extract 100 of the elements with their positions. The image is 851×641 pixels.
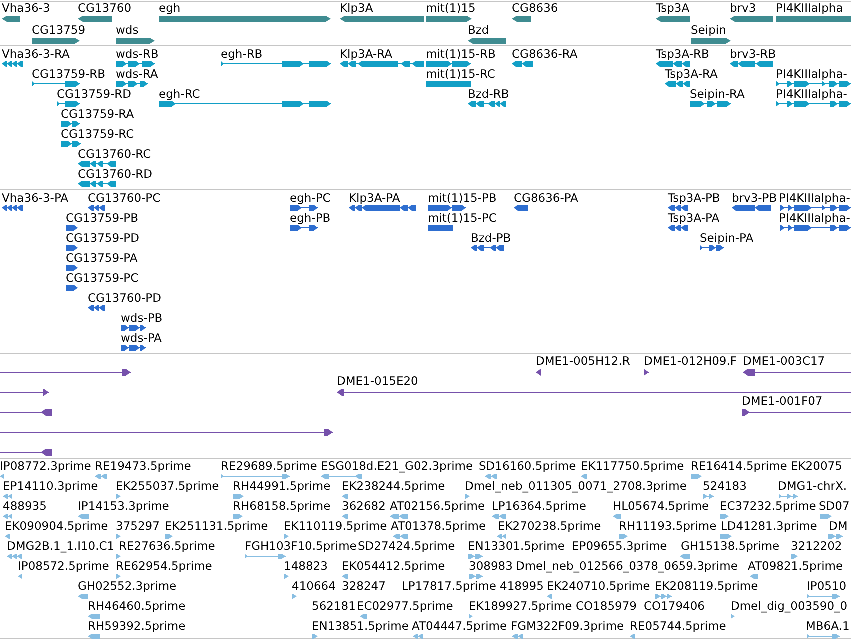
protein-name: CG13760-PD — [88, 291, 162, 305]
est-name: LD41281.3prime — [721, 519, 818, 533]
est-name: RH46460.5prime — [88, 599, 186, 613]
est-name: Dmel_dig_003590_0 — [731, 599, 848, 613]
est-name: 418995 — [500, 579, 544, 593]
est-name: 148823 — [284, 559, 328, 573]
transcript-name: CG13760-RD — [78, 167, 153, 181]
transcript-name: CG8636-RA — [512, 47, 578, 61]
est-name: IP08572.5prime — [18, 559, 110, 573]
est-name: RE16414.5prime — [691, 459, 788, 473]
est-name: DMG2B.1_1.I10.C1 — [7, 539, 115, 553]
transcript-name: CG13759-RA — [61, 107, 134, 121]
est-name: RH11193.5prime — [619, 519, 717, 533]
est-name: RE27636.5prime — [119, 539, 216, 553]
transcript-name: CG13760-RC — [78, 147, 152, 161]
est-name: 308983 — [469, 559, 513, 573]
est-name: Dmel_neb_011305_0071_2708.3prime — [465, 479, 687, 493]
protein-name: brv3-PB — [732, 191, 778, 205]
est-name: 362682 — [342, 499, 386, 513]
est-name: 562181 — [312, 599, 356, 613]
gene-name: Bzd — [468, 23, 490, 37]
est-name: 410664 — [292, 579, 336, 593]
est-name: EK208119.5prime — [655, 579, 758, 593]
transcript-name: wds-RB — [116, 47, 159, 61]
est-name: SD07 — [819, 499, 850, 513]
transcript-name: Vha36-3-RA — [2, 47, 70, 61]
transcript-name: wds-RA — [116, 67, 158, 81]
protein-name: wds-PA — [121, 331, 162, 345]
est-name: RE05744.5prime — [630, 619, 726, 633]
est-name: EK090904.5prime — [5, 519, 108, 533]
protein-name: wds-PB — [121, 311, 163, 325]
protein-name: egh-PC — [290, 191, 331, 205]
protein-name: CG13760-PC — [88, 191, 161, 205]
protein-name: Bzd-PB — [471, 231, 512, 245]
est-name: EK240710.5prime — [547, 579, 650, 593]
est-name: EC37232.5prime — [720, 499, 816, 513]
est-name: HL05674.5prime — [613, 499, 710, 513]
est-name: CO179406 — [644, 599, 705, 613]
est-name: EC02977.5prime — [357, 599, 454, 613]
transcript-name: Klp3A-RA — [340, 47, 393, 61]
est-name: EK054412.5prime — [342, 559, 446, 573]
est-name: MB6A.1 — [806, 619, 850, 633]
est-name: LP16364.5prime — [492, 499, 586, 513]
transcript-name: Seipin-RA — [690, 87, 745, 101]
protein-name: mit(1)15-PB — [428, 191, 497, 205]
est-name: AT09821.5prime — [748, 559, 844, 573]
est-name: EN13301.5prime — [468, 539, 565, 553]
gene-name: CG8636 — [512, 1, 558, 15]
est-name: AT04447.5prime — [412, 619, 508, 633]
transcript-name: CG13759-RD — [57, 87, 132, 101]
protein-name: egh-PB — [290, 211, 331, 225]
est-name: SD27424.5prime — [358, 539, 456, 553]
est-name: LP17817.5prime — [402, 579, 496, 593]
gene-name: CG13760 — [78, 1, 132, 15]
est-name: RH59392.5prime — [88, 619, 186, 633]
transcript-name: mit(1)15-RB — [426, 47, 496, 61]
protein-name: Tsp3A-PA — [668, 211, 720, 225]
est-name: EP09655.3prime — [572, 539, 668, 553]
clone-name: DME1-005H12.R — [536, 354, 630, 368]
transcript-name: CG13759-RC — [61, 127, 134, 141]
gene-name: wds — [116, 23, 139, 37]
protein-name: PI4KIIIalpha- — [779, 211, 850, 225]
clone-name: DME1-001F07 — [742, 394, 823, 408]
protein-name: CG13759-PC — [66, 271, 139, 285]
est-name: FGH103F10.5prime — [245, 539, 357, 553]
protein-name: CG13759-PB — [66, 211, 138, 225]
gene-name: egh — [159, 1, 181, 15]
transcript-name: Tsp3A-RA — [665, 67, 718, 81]
protein-name: PI4KIIIalpha- — [779, 191, 850, 205]
est-name: DM — [829, 519, 848, 533]
est-name: RE29689.5prime — [221, 459, 318, 473]
est-name: EK255037.5prime — [116, 479, 220, 493]
transcript-name: PI4KIIIalpha- — [776, 67, 848, 81]
est-name: EK189927.5prime — [469, 599, 572, 613]
est-name: RH68158.5prime — [233, 499, 331, 513]
est-name: EP14110.3prime — [3, 479, 98, 493]
transcript-name: CG13759-RB — [32, 67, 106, 81]
est-name: FGM322F09.3prime — [511, 619, 624, 633]
est-name: Dmel_neb_012566_0378_0659.3prime — [516, 559, 738, 573]
est-name: EK238244.5prime — [342, 479, 446, 493]
est-name: AT02156.5prime — [390, 499, 486, 513]
est-name: CO185979 — [576, 599, 637, 613]
est-name: 328247 — [342, 579, 386, 593]
gene-name: Seipin — [691, 23, 726, 37]
gene-name: mit(1)15 — [426, 1, 476, 15]
est-name: GH15138.5prime — [681, 539, 780, 553]
est-name: AT01378.5prime — [391, 519, 486, 533]
protein-name: CG8636-PA — [514, 191, 578, 205]
est-name: 3212202 — [791, 539, 842, 553]
gene-name: brv3 — [730, 1, 756, 15]
protein-bar-icon — [428, 225, 453, 231]
clone-name: DME1-012H09.F — [644, 354, 738, 368]
protein-name: Vha36-3-PA — [2, 191, 69, 205]
protein-name: mit(1)15-PC — [428, 211, 497, 225]
gene-bar-icon — [776, 16, 851, 22]
protein-name: CG13759-PD — [66, 231, 140, 245]
clone-name: DME1-015E20 — [337, 374, 418, 388]
transcript-bar-icon — [426, 80, 471, 86]
est-name: IP14153.3prime — [78, 499, 170, 513]
est-name: 488935 — [3, 499, 47, 513]
